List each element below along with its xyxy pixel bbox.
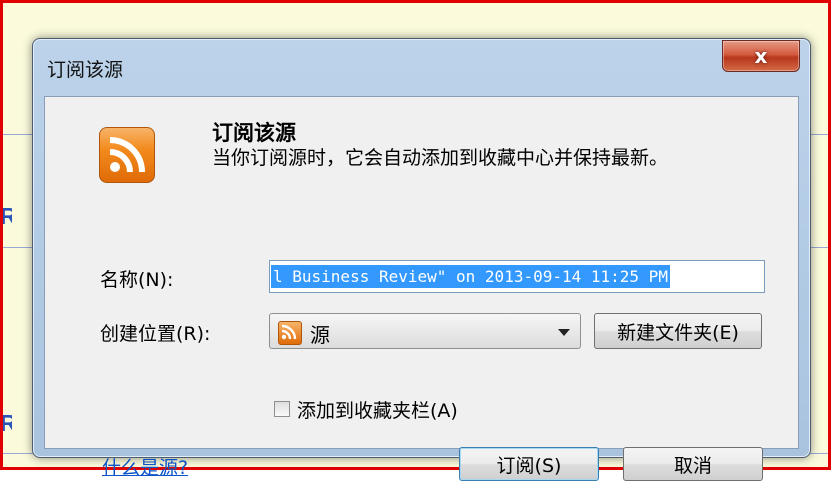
location-value: 源 [310,323,330,347]
rss-feed-icon [99,127,155,183]
what-is-feed-link[interactable]: 什么是源? [102,453,188,480]
rss-feed-icon [278,321,302,345]
feed-name-value: l Business Review" on 2013-09-14 11:25 P… [271,265,670,288]
dialog-body: 订阅该源 当你订阅源时，它会自动添加到收藏中心并保持最新。 名称(N): l B… [44,96,799,481]
cancel-button[interactable]: 取消 [623,447,763,481]
subscribe-feed-dialog: 订阅该源 x 订阅该源 当你订阅源时，它会自动添加到收藏中心并保持最新。 名称(… [32,38,811,481]
location-label: 创建位置(R): [100,323,211,345]
dialog-title: 订阅该源 [47,59,124,81]
favorites-bar-label[interactable]: 添加到收藏夹栏(A) [297,396,458,423]
feed-name-input[interactable]: l Business Review" on 2013-09-14 11:25 P… [269,260,765,293]
close-icon: x [754,44,768,68]
close-button[interactable]: x [722,40,800,72]
name-label: 名称(N): [100,269,174,291]
chevron-down-icon [558,329,570,336]
new-folder-button[interactable]: 新建文件夹(E) [594,313,762,349]
favorites-bar-checkbox[interactable] [274,401,290,417]
dialog-description: 当你订阅源时，它会自动添加到收藏中心并保持最新。 [212,147,669,169]
dialog-heading: 订阅该源 [212,121,296,145]
subscribe-button[interactable]: 订阅(S) [459,447,599,481]
location-dropdown[interactable]: 源 [269,313,581,349]
